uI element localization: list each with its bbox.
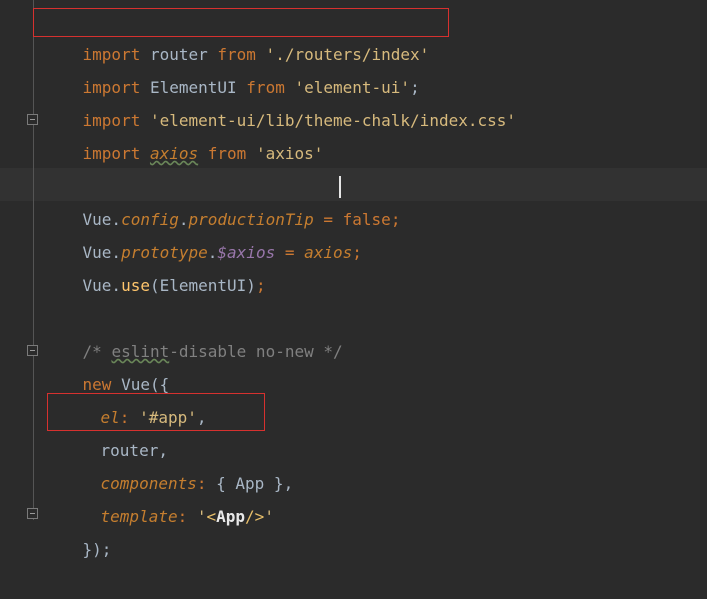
code-line-7[interactable]: Vue.prototype.$axios = axios; xyxy=(44,203,362,262)
closing-brace: }); xyxy=(82,540,112,559)
tag-open: < xyxy=(206,507,217,526)
semicolon: ; xyxy=(352,243,362,262)
identifier: axios xyxy=(304,243,353,262)
text-caret xyxy=(339,176,341,198)
arguments: (ElementUI) xyxy=(149,276,256,295)
fold-end-icon[interactable] xyxy=(27,114,38,125)
tag-name: App xyxy=(216,507,246,526)
comment: -disable no-new */ xyxy=(169,342,343,361)
object-vue: Vue. xyxy=(82,276,122,295)
quote: ' xyxy=(196,507,207,526)
colon: : xyxy=(177,507,197,526)
code-line-8[interactable]: Vue.use(ElementUI); xyxy=(44,236,266,295)
highlight-box-import-router xyxy=(33,8,449,37)
semicolon: ; xyxy=(390,210,401,229)
method-use: use xyxy=(121,276,150,295)
operator: = xyxy=(275,243,305,262)
code-line-6[interactable]: Vue.config.productionTip = false; xyxy=(44,170,401,229)
code-editor[interactable]: import router from './routers/index' imp… xyxy=(0,0,707,559)
keyword: import xyxy=(82,144,141,163)
comma: , xyxy=(283,474,294,493)
code-line-2[interactable]: import ElementUI from 'element-ui'; xyxy=(44,38,420,97)
fold-start-icon[interactable] xyxy=(27,345,38,356)
code-line-16[interactable]: }); xyxy=(44,500,112,559)
identifier-axios: axios xyxy=(149,144,199,163)
string: 'axios' xyxy=(246,144,324,163)
highlight-box-router xyxy=(47,393,265,431)
object-key: template xyxy=(100,507,178,526)
code-line-11[interactable]: new Vue({ xyxy=(44,335,170,394)
code-line-3[interactable]: import 'element-ui/lib/theme-chalk/index… xyxy=(44,71,516,130)
code-line-10[interactable]: /* eslint-disable no-new */ xyxy=(44,302,343,361)
code-line-14[interactable]: components: { App }, xyxy=(62,434,294,493)
tag-close: /> xyxy=(245,507,265,526)
quote: ' xyxy=(264,507,274,526)
semicolon: ; xyxy=(255,276,266,295)
fold-end-icon[interactable] xyxy=(27,508,38,519)
gutter-guide xyxy=(33,0,34,520)
code-line-15[interactable]: template: '<App/>' xyxy=(62,467,274,526)
code-line-4[interactable]: import axios from 'axios' xyxy=(44,104,324,163)
keyword: from xyxy=(207,144,247,163)
